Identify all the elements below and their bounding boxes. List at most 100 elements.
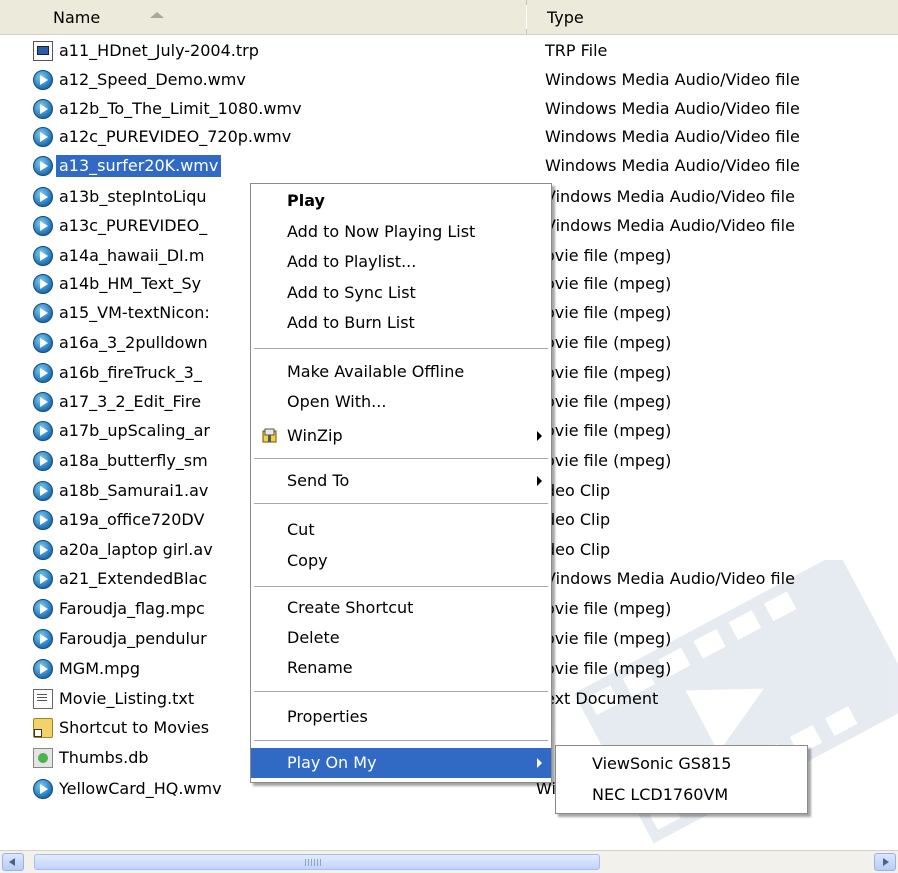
menu-item-open-with[interactable]: Open With... (251, 387, 551, 417)
context-menu: Play Add to Now Playing List Add to Play… (250, 183, 552, 783)
grip-icon (305, 859, 323, 866)
menu-item-create-shortcut[interactable]: Create Shortcut (251, 593, 551, 623)
file-name: a15_VM-textNicon: (59, 303, 210, 322)
type-column-label: Type (547, 8, 584, 27)
menu-item-label: Play (287, 191, 325, 210)
media-player-icon (33, 599, 53, 619)
file-type: Vindows Media Audio/Video file (545, 569, 795, 588)
file-name: a17_3_2_Edit_Fire (59, 392, 202, 411)
database-file-icon (33, 748, 53, 768)
menu-item-label: Add to Now Playing List (287, 222, 476, 241)
file-type: ext Document (545, 689, 659, 708)
media-player-icon (33, 156, 53, 176)
horizontal-scrollbar[interactable] (0, 850, 898, 873)
menu-item-add-now-playing[interactable]: Add to Now Playing List (251, 217, 551, 247)
menu-item-properties[interactable]: Properties (251, 702, 551, 732)
submenu-item-nec[interactable]: NEC LCD1760VM (592, 780, 728, 810)
file-type: deo Clip (545, 510, 611, 529)
menu-item-make-available-offline[interactable]: Make Available Offline (251, 357, 551, 387)
media-player-icon (33, 569, 53, 589)
file-name: a14a_hawaii_DI.m (59, 246, 205, 265)
media-player-icon (33, 392, 53, 412)
menu-item-label: WinZip (287, 426, 343, 445)
media-player-icon (33, 659, 53, 679)
menu-item-copy[interactable]: Copy (251, 546, 551, 576)
file-row[interactable]: a12_Speed_Demo.wmv Windows Media Audio/Vi… (0, 66, 898, 95)
menu-item-play[interactable]: Play (251, 186, 551, 216)
trp-file-icon (33, 41, 53, 61)
menu-separator (254, 348, 548, 349)
file-type: ovie file (mpeg) (545, 392, 672, 411)
winzip-icon (262, 428, 277, 443)
file-name: a13c_PUREVIDEO_ (59, 216, 208, 235)
menu-item-label: Copy (287, 551, 328, 570)
file-name: a13b_stepIntoLiqu (59, 187, 207, 206)
file-type: Windows Media Audio/Video file (545, 156, 800, 175)
menu-item-label: Rename (287, 658, 353, 677)
file-name: MGM.mpg (59, 659, 140, 678)
file-name: Movie_Listing.txt (59, 689, 195, 708)
menu-item-cut[interactable]: Cut (251, 515, 551, 545)
file-type: ovie file (mpeg) (545, 451, 672, 470)
scroll-left-icon (9, 858, 15, 866)
file-name: Faroudja_pendulur (59, 629, 207, 648)
submenu-arrow-icon (537, 431, 542, 441)
file-name: a12c_PUREVIDEO_720p.wmv (59, 127, 292, 146)
file-type: ovie file (mpeg) (545, 659, 672, 678)
file-name: a16a_3_2pulldown (59, 333, 208, 352)
media-player-icon (33, 363, 53, 383)
file-type: Vindows Media Audio/Video file (545, 187, 795, 206)
submenu-item-viewsonic[interactable]: ViewSonic GS815 (592, 749, 731, 779)
menu-item-label: Add to Sync List (287, 283, 416, 302)
file-type: ovie file (mpeg) (545, 599, 672, 618)
text-file-icon (33, 689, 53, 709)
scroll-thumb[interactable] (34, 854, 600, 870)
menu-item-add-playlist[interactable]: Add to Playlist... (251, 247, 551, 277)
file-name: Thumbs.db (59, 748, 149, 767)
file-type: ovie file (mpeg) (545, 333, 672, 352)
media-player-icon (33, 451, 53, 471)
menu-item-add-sync[interactable]: Add to Sync List (251, 278, 551, 308)
file-name: a20a_laptop girl.av (59, 540, 213, 559)
scroll-right-icon (883, 858, 889, 866)
menu-separator (254, 691, 548, 692)
file-name: a12_Speed_Demo.wmv (59, 70, 246, 89)
type-column-header[interactable]: Type (527, 0, 898, 34)
menu-item-add-burn[interactable]: Add to Burn List (251, 308, 551, 338)
file-type: Vindows Media Audio/Video file (545, 216, 795, 235)
media-player-icon (33, 246, 53, 266)
file-row[interactable]: a12b_To_The_Limit_1080.wmv Windows Media … (0, 95, 898, 124)
menu-item-send-to[interactable]: Send To (251, 466, 551, 496)
menu-item-winzip[interactable]: WinZip (251, 421, 551, 451)
menu-item-play-on-my[interactable]: Play On My (251, 748, 551, 778)
media-player-icon (33, 333, 53, 353)
file-type: Windows Media Audio/Video file (545, 127, 800, 146)
media-player-icon (33, 216, 53, 236)
file-name: YellowCard_HQ.wmv (59, 779, 222, 798)
menu-separator (254, 740, 548, 741)
menu-item-rename[interactable]: Rename (251, 653, 551, 683)
file-name: Shortcut to Movies (59, 718, 210, 737)
file-type: ovie file (mpeg) (545, 274, 672, 293)
file-row[interactable]: a13_surfer20K.wmv Windows Media Audio/Vid… (0, 152, 898, 181)
file-name: a11_HDnet_July-2004.trp (59, 41, 259, 60)
media-player-icon (33, 99, 53, 119)
menu-item-delete[interactable]: Delete (251, 623, 551, 653)
file-row[interactable]: a11_HDnet_July-2004.trp TRP File (0, 37, 898, 66)
file-name: a13_surfer20K.wmv (56, 155, 222, 177)
scroll-right-button[interactable] (874, 853, 896, 871)
menu-item-label: Create Shortcut (287, 598, 414, 617)
menu-item-label: Add to Playlist... (287, 252, 417, 271)
file-row[interactable]: a12c_PUREVIDEO_720p.wmv Windows Media Aud… (0, 123, 898, 152)
file-type: ovie file (mpeg) (545, 629, 672, 648)
menu-separator (254, 503, 548, 504)
file-name: a18a_butterfly_sm (59, 451, 208, 470)
name-column-header[interactable]: Name (0, 0, 527, 34)
menu-item-label: Properties (287, 707, 368, 726)
media-player-icon (33, 187, 53, 207)
file-type: ovie file (mpeg) (545, 363, 672, 382)
file-type: ovie file (mpeg) (545, 421, 672, 440)
scroll-left-button[interactable] (2, 853, 24, 871)
media-player-icon (33, 303, 53, 323)
menu-item-label: Add to Burn List (287, 313, 415, 332)
